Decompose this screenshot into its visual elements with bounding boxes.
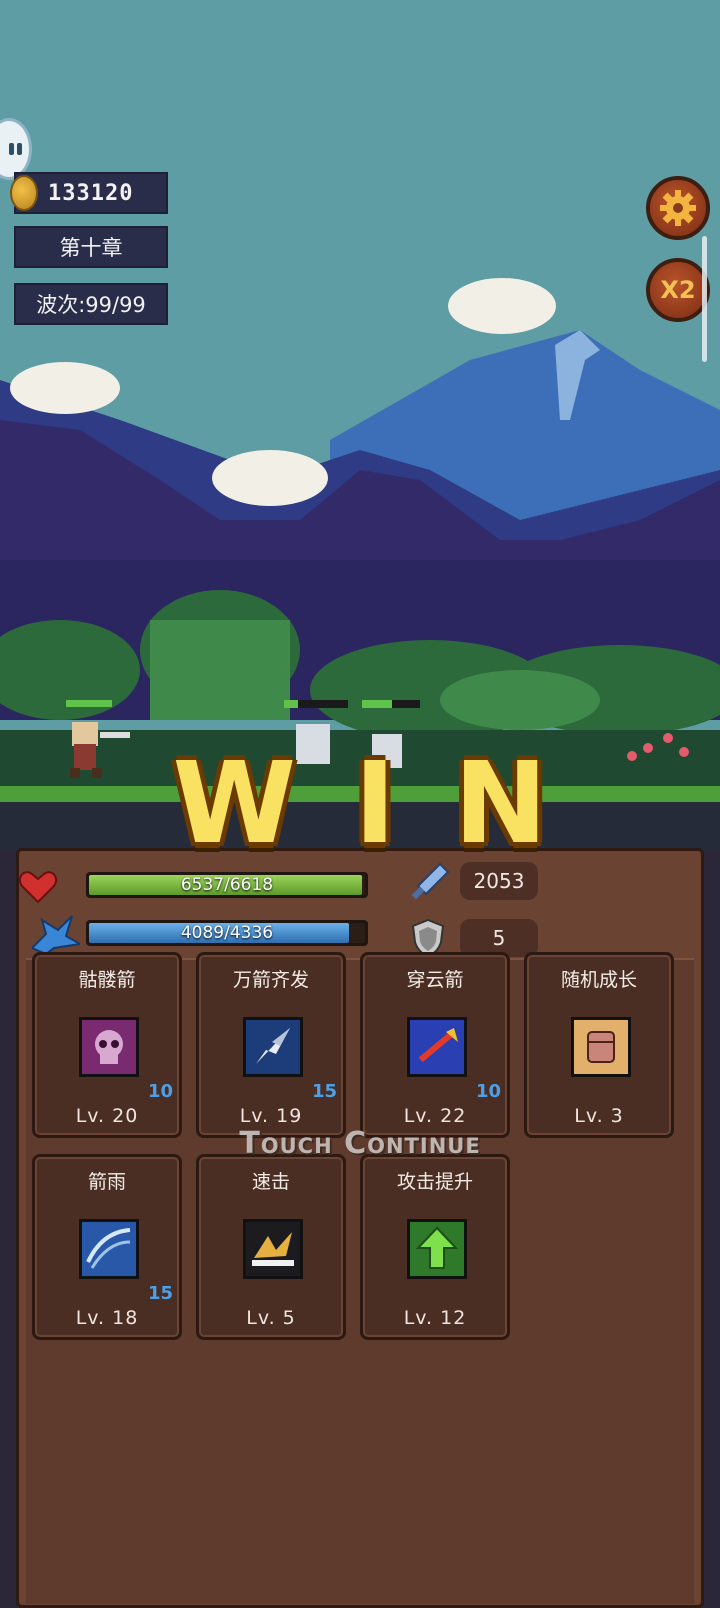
- speed-x2-button[interactable]: X2: [646, 258, 710, 322]
- skill-count: 10: [475, 1081, 501, 1102]
- skill-level: Lv. 5: [246, 1307, 296, 1329]
- skill-card[interactable]: 穿云箭 10 Lv. 22: [360, 952, 510, 1138]
- skill-name: 骷髅箭: [78, 969, 136, 991]
- fist-icon: [571, 1017, 631, 1077]
- coin-icon: [10, 175, 38, 211]
- attack-value: 2053: [460, 862, 538, 900]
- swift-strike-icon: [243, 1219, 303, 1279]
- mp-bar: 4089/4336: [86, 920, 368, 946]
- skill-level: Lv. 19: [239, 1105, 303, 1127]
- skull-icon: [79, 1017, 139, 1077]
- skill-level: Lv. 3: [574, 1105, 624, 1127]
- gear-icon: [660, 190, 696, 226]
- skill-count: 15: [311, 1081, 337, 1102]
- skill-card[interactable]: 万箭齐发 15 Lv. 19: [196, 952, 346, 1138]
- settings-button[interactable]: [646, 176, 710, 240]
- sword-icon: [411, 862, 450, 900]
- skill-name: 攻击提升: [396, 1171, 473, 1193]
- skill-card[interactable]: 攻击提升 Lv. 12: [360, 1154, 510, 1340]
- skill-count: 10: [147, 1081, 173, 1102]
- coin-amount: 133120: [48, 180, 134, 206]
- skill-name: 随机成长: [560, 969, 637, 991]
- mana-icon: [32, 915, 80, 954]
- skill-name: 速击: [251, 1171, 290, 1193]
- attack-up-icon: [407, 1219, 467, 1279]
- skill-card[interactable]: 箭雨 15 Lv. 18: [32, 1154, 182, 1340]
- touch-continue-prompt[interactable]: Touch Continue: [0, 1126, 720, 1161]
- scrollbar[interactable]: [702, 236, 707, 362]
- arrow-volley-icon: [243, 1017, 303, 1077]
- battle-scene: [0, 0, 720, 850]
- skill-level: Lv. 20: [75, 1105, 139, 1127]
- chapter-label: 第十章: [14, 226, 168, 268]
- skill-level: Lv. 22: [403, 1105, 467, 1127]
- skill-card[interactable]: 随机成长 Lv. 3: [524, 952, 674, 1138]
- skill-level: Lv. 12: [403, 1307, 467, 1329]
- hp-bar: 6537/6618: [86, 872, 368, 898]
- hp-value: 6537/6618: [180, 875, 274, 895]
- coin-counter: 133120: [10, 172, 168, 214]
- skill-count: 15: [147, 1283, 173, 1304]
- skill-name: 万箭齐发: [232, 969, 309, 991]
- heart-icon: [18, 871, 58, 904]
- skill-card[interactable]: 骷髅箭 10 Lv. 20: [32, 952, 182, 1138]
- chat-icon: [9, 143, 14, 155]
- piercing-arrow-icon: [407, 1017, 467, 1077]
- wave-label: 波次:99/99: [14, 283, 168, 325]
- skill-level: Lv. 18: [75, 1307, 139, 1329]
- skill-name: 穿云箭: [406, 969, 464, 991]
- skill-card[interactable]: 速击 Lv. 5: [196, 1154, 346, 1340]
- skill-name: 箭雨: [87, 1171, 126, 1193]
- arrow-rain-icon: [79, 1219, 139, 1279]
- mp-value: 4089/4336: [180, 923, 274, 943]
